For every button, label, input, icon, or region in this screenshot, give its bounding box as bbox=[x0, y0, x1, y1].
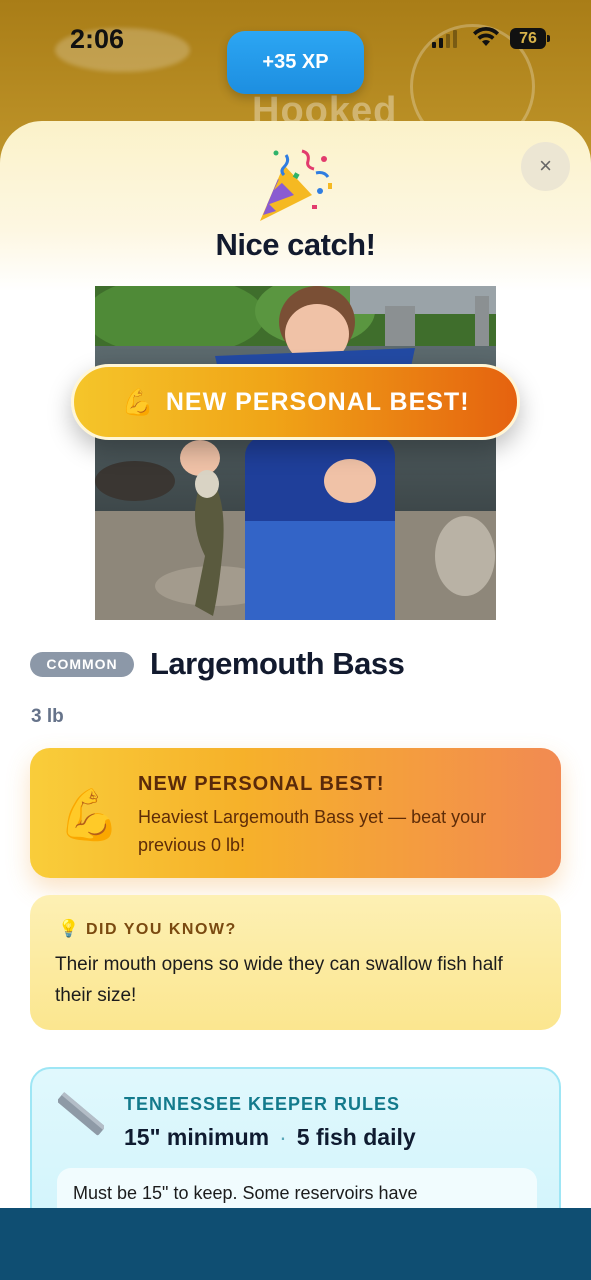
fish-weight: 3 lb bbox=[31, 706, 64, 727]
party-popper-icon bbox=[260, 149, 332, 221]
wifi-icon bbox=[473, 26, 499, 46]
personal-best-banner-label: NEW PERSONAL BEST! bbox=[165, 387, 470, 416]
catch-result-sheet: × Nice catch! 💪 NEW PERSONAL BEST! COMMO… bbox=[0, 121, 591, 1280]
ruler-icon bbox=[58, 1092, 104, 1136]
keeper-rules-title: TENNESSEE KEEPER RULES bbox=[124, 1094, 401, 1114]
daily-limit: 5 fish daily bbox=[296, 1124, 416, 1150]
cellular-signal-icon bbox=[432, 30, 457, 48]
battery-icon: 76 bbox=[510, 28, 550, 49]
flexed-biceps-icon: 💪 bbox=[121, 386, 154, 417]
close-button[interactable]: × bbox=[521, 142, 570, 191]
fish-name: Largemouth Bass bbox=[150, 646, 405, 681]
personal-best-banner: 💪 NEW PERSONAL BEST! bbox=[71, 364, 520, 440]
bottom-bar bbox=[0, 1208, 591, 1280]
catch-photo bbox=[95, 286, 496, 620]
status-time: 2:06 bbox=[70, 24, 125, 54]
xp-badge: +35 XP bbox=[227, 31, 364, 94]
personal-best-card: 💪 NEW PERSONAL BEST! Heaviest Largemouth… bbox=[30, 748, 561, 878]
sheet-title: Nice catch! bbox=[215, 227, 376, 262]
did-you-know-card: 💡 DID YOU KNOW? Their mouth opens so wid… bbox=[30, 895, 561, 1030]
personal-best-description: Heaviest Largemouth Bass yet — beat your… bbox=[138, 807, 487, 855]
rarity-badge: COMMON bbox=[30, 652, 134, 677]
light-bulb-icon: 💡 bbox=[58, 919, 80, 938]
separator-dot: · bbox=[279, 1124, 287, 1150]
did-you-know-title: DID YOU KNOW? bbox=[86, 921, 237, 938]
minimum-length: 15" minimum bbox=[124, 1124, 270, 1150]
flexed-biceps-icon: 💪 bbox=[58, 787, 121, 843]
personal-best-title: NEW PERSONAL BEST! bbox=[138, 773, 385, 795]
keeper-rules-stats: 15" minimum · 5 fish daily bbox=[124, 1124, 416, 1151]
did-you-know-text: Their mouth opens so wide they can swall… bbox=[55, 954, 503, 1006]
